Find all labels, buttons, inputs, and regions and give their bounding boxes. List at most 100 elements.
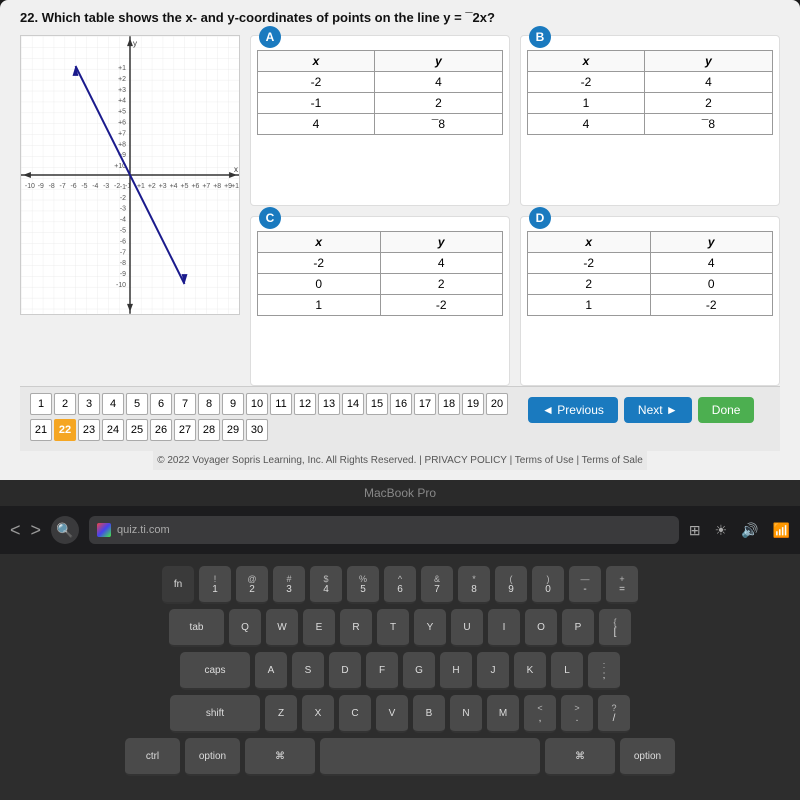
key-rparen[interactable]: )0 xyxy=(532,566,564,604)
key-c[interactable]: C xyxy=(339,695,371,733)
key-option[interactable]: option xyxy=(185,738,240,776)
key-z[interactable]: Z xyxy=(265,695,297,733)
nav-number-17[interactable]: 17 xyxy=(414,393,436,415)
key-space[interactable] xyxy=(320,738,540,776)
key-hash[interactable]: #3 xyxy=(273,566,305,604)
key-minus[interactable]: —- xyxy=(569,566,601,604)
nav-number-12[interactable]: 12 xyxy=(294,393,316,415)
key-plus[interactable]: += xyxy=(606,566,638,604)
key-o[interactable]: O xyxy=(525,609,557,647)
key-r[interactable]: R xyxy=(340,609,372,647)
nav-number-20[interactable]: 20 xyxy=(486,393,508,415)
key-l[interactable]: L xyxy=(551,652,583,690)
option-a[interactable]: A xy -24 -12 4¯8 xyxy=(250,35,510,206)
nav-number-28[interactable]: 28 xyxy=(198,419,220,441)
key-lparen[interactable]: (9 xyxy=(495,566,527,604)
key-lbrace[interactable]: {[ xyxy=(599,609,631,647)
key-caret[interactable]: ^6 xyxy=(384,566,416,604)
key-f[interactable]: F xyxy=(366,652,398,690)
key-shift-left[interactable]: shift xyxy=(170,695,260,733)
nav-number-5[interactable]: 5 xyxy=(126,393,148,415)
next-button[interactable]: Next ► xyxy=(624,397,692,423)
key-h[interactable]: H xyxy=(440,652,472,690)
nav-number-9[interactable]: 9 xyxy=(222,393,244,415)
svg-text:-4: -4 xyxy=(120,217,126,224)
nav-number-2[interactable]: 2 xyxy=(54,393,76,415)
key-u[interactable]: U xyxy=(451,609,483,647)
nav-number-4[interactable]: 4 xyxy=(102,393,124,415)
back-button[interactable]: < xyxy=(10,520,21,541)
key-amp[interactable]: &7 xyxy=(421,566,453,604)
brightness-icon[interactable]: ☀ xyxy=(715,522,728,539)
key-p[interactable]: P xyxy=(562,609,594,647)
key-g[interactable]: G xyxy=(403,652,435,690)
nav-number-29[interactable]: 29 xyxy=(222,419,244,441)
key-d[interactable]: D xyxy=(329,652,361,690)
nav-number-11[interactable]: 11 xyxy=(270,393,292,415)
key-star[interactable]: *8 xyxy=(458,566,490,604)
key-y[interactable]: Y xyxy=(414,609,446,647)
key-ctrl[interactable]: ctrl xyxy=(125,738,180,776)
nav-number-26[interactable]: 26 xyxy=(150,419,172,441)
nav-number-6[interactable]: 6 xyxy=(150,393,172,415)
option-b[interactable]: B xy -24 12 4¯8 xyxy=(520,35,780,206)
nav-number-24[interactable]: 24 xyxy=(102,419,124,441)
key-excl[interactable]: !1 xyxy=(199,566,231,604)
key-slash[interactable]: ?/ xyxy=(598,695,630,733)
nav-number-25[interactable]: 25 xyxy=(126,419,148,441)
key-fn[interactable]: fn xyxy=(162,566,194,604)
nav-number-15[interactable]: 15 xyxy=(366,393,388,415)
key-percent[interactable]: %5 xyxy=(347,566,379,604)
key-dollar[interactable]: $4 xyxy=(310,566,342,604)
address-bar[interactable]: quiz.ti.com xyxy=(89,516,679,544)
key-v[interactable]: V xyxy=(376,695,408,733)
window-icon[interactable]: ⊞ xyxy=(689,522,701,539)
nav-number-22[interactable]: 22 xyxy=(54,419,76,441)
key-period[interactable]: >. xyxy=(561,695,593,733)
key-s[interactable]: S xyxy=(292,652,324,690)
key-m[interactable]: M xyxy=(487,695,519,733)
search-button[interactable]: 🔍 xyxy=(51,516,79,544)
volume-icon[interactable]: 🔊 xyxy=(741,522,758,539)
key-option-right[interactable]: option xyxy=(620,738,675,776)
nav-number-13[interactable]: 13 xyxy=(318,393,340,415)
key-n[interactable]: N xyxy=(450,695,482,733)
forward-button[interactable]: > xyxy=(31,520,42,541)
svg-text:+3: +3 xyxy=(159,183,167,190)
table-row: -12 xyxy=(258,93,503,114)
nav-number-23[interactable]: 23 xyxy=(78,419,100,441)
nav-number-16[interactable]: 16 xyxy=(390,393,412,415)
key-semi[interactable]: :; xyxy=(588,652,620,690)
key-e[interactable]: E xyxy=(303,609,335,647)
key-a[interactable]: A xyxy=(255,652,287,690)
key-w[interactable]: W xyxy=(266,609,298,647)
option-d[interactable]: D xy -24 20 1-2 xyxy=(520,216,780,387)
option-c[interactable]: C xy -24 02 1-2 xyxy=(250,216,510,387)
nav-number-1[interactable]: 1 xyxy=(30,393,52,415)
nav-number-27[interactable]: 27 xyxy=(174,419,196,441)
nav-number-14[interactable]: 14 xyxy=(342,393,364,415)
key-caps[interactable]: caps xyxy=(180,652,250,690)
nav-number-7[interactable]: 7 xyxy=(174,393,196,415)
key-tab[interactable]: tab xyxy=(169,609,224,647)
key-x[interactable]: X xyxy=(302,695,334,733)
nav-number-19[interactable]: 19 xyxy=(462,393,484,415)
key-cmd-left[interactable]: ⌘ xyxy=(245,738,315,776)
nav-number-10[interactable]: 10 xyxy=(246,393,268,415)
nav-number-8[interactable]: 8 xyxy=(198,393,220,415)
nav-number-21[interactable]: 21 xyxy=(30,419,52,441)
key-i[interactable]: I xyxy=(488,609,520,647)
nav-number-3[interactable]: 3 xyxy=(78,393,100,415)
previous-button[interactable]: ◄ Previous xyxy=(528,397,618,423)
key-t[interactable]: T xyxy=(377,609,409,647)
done-button[interactable]: Done xyxy=(698,397,755,423)
key-j[interactable]: J xyxy=(477,652,509,690)
nav-number-18[interactable]: 18 xyxy=(438,393,460,415)
key-at[interactable]: @2 xyxy=(236,566,268,604)
key-q[interactable]: Q xyxy=(229,609,261,647)
key-cmd-right[interactable]: ⌘ xyxy=(545,738,615,776)
key-b[interactable]: B xyxy=(413,695,445,733)
key-comma[interactable]: <, xyxy=(524,695,556,733)
nav-number-30[interactable]: 30 xyxy=(246,419,268,441)
key-k[interactable]: K xyxy=(514,652,546,690)
